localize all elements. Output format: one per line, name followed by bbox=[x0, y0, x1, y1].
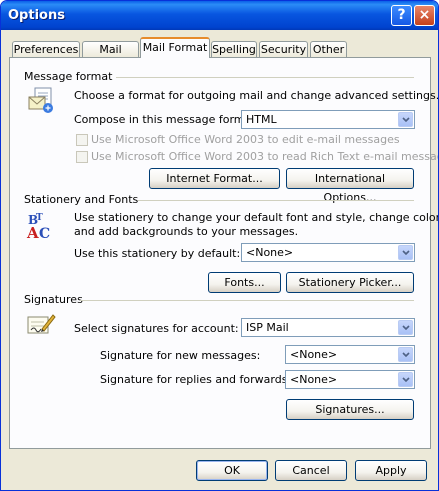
signature-account-select[interactable]: ISP Mail bbox=[241, 318, 415, 337]
svg-text:C: C bbox=[39, 226, 50, 242]
tab-other[interactable]: Other bbox=[310, 41, 347, 58]
stationery-value: <None> bbox=[246, 246, 294, 259]
mail-format-panel: Message format Choose a format for outgo… bbox=[9, 57, 438, 449]
signature-new-value: <None> bbox=[290, 348, 338, 361]
signature-replies-label: Signature for replies and forwards: bbox=[100, 373, 292, 386]
svg-text:A: A bbox=[26, 224, 39, 242]
chevron-down-icon[interactable] bbox=[398, 245, 413, 260]
compose-format-value: HTML bbox=[246, 113, 277, 126]
signature-account-value: ISP Mail bbox=[246, 321, 289, 334]
internet-format-button[interactable]: Internet Format... bbox=[149, 168, 280, 189]
word-read-label: Use Microsoft Office Word 2003 to read R… bbox=[91, 150, 439, 163]
help-button[interactable]: ? bbox=[391, 5, 412, 26]
chevron-down-icon[interactable] bbox=[398, 372, 413, 387]
signature-replies-select[interactable]: <None> bbox=[285, 370, 415, 389]
stationery-picker-button[interactable]: Stationery Picker... bbox=[286, 272, 414, 293]
message-format-icon bbox=[26, 86, 56, 119]
signature-new-select[interactable]: <None> bbox=[285, 345, 415, 364]
title-bar[interactable]: Options ? × bbox=[1, 1, 438, 30]
tab-mail-setup[interactable]: Mail Setup bbox=[82, 41, 139, 72]
chevron-down-icon[interactable] bbox=[398, 320, 413, 335]
international-options-button[interactable]: International Options... bbox=[286, 168, 414, 204]
word-read-checkbox[interactable] bbox=[76, 151, 88, 163]
tab-security[interactable]: Security bbox=[259, 41, 308, 58]
stationery-icon: B T A C bbox=[24, 210, 56, 245]
compose-format-label: Compose in this message format: bbox=[74, 113, 260, 126]
signature-replies-value: <None> bbox=[290, 373, 338, 386]
section-header-message-format: Message format bbox=[24, 70, 113, 83]
signature-new-label: Signature for new messages: bbox=[100, 349, 261, 362]
compose-format-select[interactable]: HTML bbox=[241, 110, 415, 129]
word-edit-label: Use Microsoft Office Word 2003 to edit e… bbox=[91, 133, 400, 146]
section-divider bbox=[138, 200, 414, 201]
chevron-down-icon[interactable] bbox=[398, 112, 413, 127]
chevron-down-icon[interactable] bbox=[398, 347, 413, 362]
tab-mail-format[interactable]: Mail Format bbox=[140, 37, 210, 58]
stationery-select[interactable]: <None> bbox=[241, 243, 415, 262]
section-header-stationery: Stationery and Fonts bbox=[24, 193, 139, 206]
signature-icon bbox=[26, 311, 56, 340]
stationery-default-label: Use this stationery by default: bbox=[74, 247, 241, 260]
window-title: Options bbox=[8, 8, 65, 23]
section-divider bbox=[116, 77, 414, 78]
tab-preferences[interactable]: Preferences bbox=[12, 41, 80, 58]
stationery-description-line1: Use stationery to change your default fo… bbox=[74, 211, 439, 224]
section-divider bbox=[80, 300, 414, 301]
options-dialog: Options ? × Preferences Mail Setup Mail … bbox=[0, 0, 439, 491]
apply-button[interactable]: Apply bbox=[355, 460, 427, 481]
message-format-description: Choose a format for outgoing mail and ch… bbox=[74, 89, 439, 102]
close-button[interactable]: × bbox=[414, 5, 435, 26]
signatures-button[interactable]: Signatures... bbox=[286, 399, 414, 420]
stationery-description-line2: and add backgrounds to your messages. bbox=[74, 225, 299, 238]
ok-button[interactable]: OK bbox=[196, 460, 268, 481]
fonts-button[interactable]: Fonts... bbox=[208, 272, 281, 293]
section-header-signatures: Signatures bbox=[24, 293, 83, 306]
signature-account-label: Select signatures for account: bbox=[74, 322, 239, 335]
svg-text:T: T bbox=[36, 213, 43, 223]
word-edit-checkbox[interactable] bbox=[76, 134, 88, 146]
cancel-button[interactable]: Cancel bbox=[275, 460, 347, 481]
tab-spelling[interactable]: Spelling bbox=[211, 41, 257, 58]
